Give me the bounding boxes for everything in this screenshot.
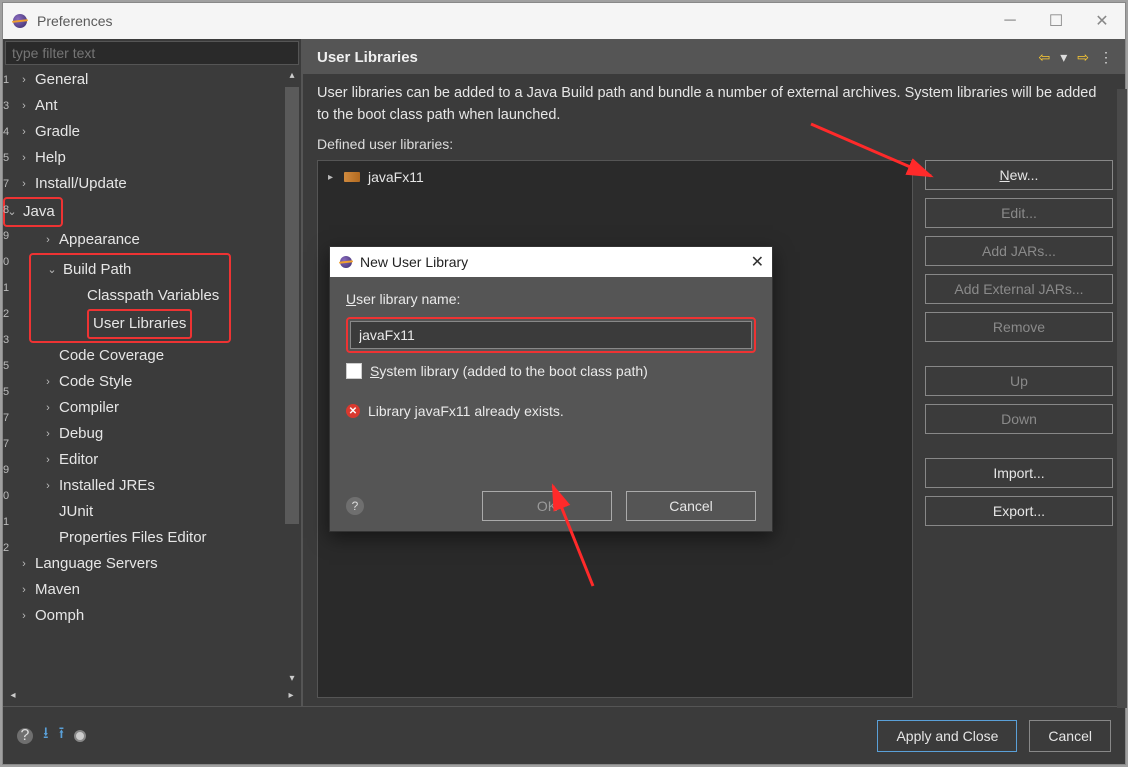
scroll-down-icon[interactable]: ▾ xyxy=(284,672,300,688)
export-prefs-icon[interactable]: ⭱ xyxy=(59,722,65,749)
main-panel: User Libraries ⇦ ▾ ⇨ ⋮ User libraries ca… xyxy=(303,39,1125,706)
tree-jres[interactable]: Installed JREs xyxy=(59,473,155,499)
close-button[interactable]: ✕ xyxy=(1079,3,1125,39)
dialog-titlebar: New User Library ✕ xyxy=(330,247,772,277)
footer: ? ⭳ ⭱ Apply and Close Cancel xyxy=(3,706,1125,764)
tree-compiler[interactable]: Compiler xyxy=(59,395,119,421)
scroll-up-icon[interactable]: ▴ xyxy=(284,69,300,85)
error-message: Library javaFx11 already exists. xyxy=(368,403,564,419)
down-button: Down xyxy=(925,404,1113,434)
remove-button: Remove xyxy=(925,312,1113,342)
window-title: Preferences xyxy=(37,13,112,29)
edit-button: Edit... xyxy=(925,198,1113,228)
panel-description: User libraries can be added to a Java Bu… xyxy=(303,74,1125,132)
tree-editor[interactable]: Editor xyxy=(59,447,98,473)
help-icon[interactable]: ? xyxy=(346,497,364,515)
import-prefs-icon[interactable]: ⭳ xyxy=(43,722,49,749)
panel-scrollbar[interactable] xyxy=(1117,89,1127,708)
tree-ant[interactable]: Ant xyxy=(35,93,58,119)
tree-buildpath[interactable]: Build Path xyxy=(63,257,131,283)
apply-and-close-button[interactable]: Apply and Close xyxy=(877,720,1017,752)
system-library-label: System library (added to the boot class … xyxy=(370,363,648,379)
tree-gradle[interactable]: Gradle xyxy=(35,119,80,145)
preferences-window: Preferences ─ ☐ ✕ 1345789012355779012 ›G… xyxy=(2,2,1126,765)
help-icon[interactable]: ? xyxy=(17,728,33,744)
library-name-input[interactable] xyxy=(350,321,752,349)
tree-java[interactable]: Java xyxy=(23,199,55,225)
preferences-tree[interactable]: ›General ›Ant ›Gradle ›Help ›Install/Upd… xyxy=(3,67,283,688)
add-jars-button: Add JARs... xyxy=(925,236,1113,266)
nav-history-dropdown-icon[interactable]: ▾ xyxy=(1060,49,1067,66)
scroll-thumb[interactable] xyxy=(285,87,299,524)
system-library-checkbox[interactable] xyxy=(346,363,362,379)
library-item-label[interactable]: javaFx11 xyxy=(368,169,424,185)
titlebar: Preferences ─ ☐ ✕ xyxy=(3,3,1125,39)
cancel-button[interactable]: Cancel xyxy=(626,491,756,521)
tree-junit[interactable]: JUnit xyxy=(59,499,93,525)
tree-propfiles[interactable]: Properties Files Editor xyxy=(59,525,207,551)
error-icon: ✕ xyxy=(346,404,360,418)
tree-vscrollbar[interactable]: ▴ ▾ xyxy=(283,67,301,688)
chevron-right-icon[interactable]: ▸ xyxy=(328,172,338,183)
maximize-button[interactable]: ☐ xyxy=(1033,3,1079,39)
nav-back-icon[interactable]: ⇦ xyxy=(1039,49,1051,66)
library-icon xyxy=(344,172,360,182)
tree-help[interactable]: Help xyxy=(35,145,66,171)
tree-maven[interactable]: Maven xyxy=(35,577,80,603)
dialog-close-icon[interactable]: ✕ xyxy=(751,252,764,272)
cancel-button[interactable]: Cancel xyxy=(1029,720,1111,752)
nav-forward-icon[interactable]: ⇨ xyxy=(1077,49,1089,66)
scroll-left-icon[interactable]: ◂ xyxy=(5,689,21,705)
button-column: New... Edit... Add JARs... Add External … xyxy=(925,160,1113,698)
tree-hscrollbar[interactable]: ◂ ▸ xyxy=(3,688,301,706)
page-title: User Libraries xyxy=(317,49,418,66)
tree-codestyle[interactable]: Code Style xyxy=(59,369,132,395)
library-item: ▸ javaFx11 xyxy=(328,169,902,185)
import-button[interactable]: Import... xyxy=(925,458,1113,488)
record-icon[interactable] xyxy=(74,730,86,742)
tree-langservers[interactable]: Language Servers xyxy=(35,551,158,577)
ok-button: OK xyxy=(482,491,612,521)
scroll-right-icon[interactable]: ▸ xyxy=(283,689,299,705)
tree-codecov[interactable]: Code Coverage xyxy=(59,343,164,369)
new-button[interactable]: New... xyxy=(925,160,1113,190)
new-user-library-dialog: New User Library ✕ User library name: Sy… xyxy=(329,246,773,532)
tree-install[interactable]: Install/Update xyxy=(35,171,127,197)
dialog-title: New User Library xyxy=(360,254,468,270)
add-external-jars-button: Add External JARs... xyxy=(925,274,1113,304)
sidebar: 1345789012355779012 ›General ›Ant ›Gradl… xyxy=(3,39,303,706)
minimize-button[interactable]: ─ xyxy=(987,3,1033,39)
eclipse-icon xyxy=(11,12,29,30)
nav-menu-icon[interactable]: ⋮ xyxy=(1099,49,1113,66)
up-button: Up xyxy=(925,366,1113,396)
dialog-field-label: User library name: xyxy=(346,291,756,307)
tree-general[interactable]: General xyxy=(35,67,88,93)
tree-appearance[interactable]: Appearance xyxy=(59,227,140,253)
eclipse-icon xyxy=(338,254,354,270)
tree-oomph[interactable]: Oomph xyxy=(35,603,84,629)
export-button[interactable]: Export... xyxy=(925,496,1113,526)
tree-debug[interactable]: Debug xyxy=(59,421,103,447)
tree-classpath[interactable]: Classpath Variables xyxy=(87,283,219,309)
tree-user-libraries[interactable]: User Libraries xyxy=(87,309,192,339)
filter-input[interactable] xyxy=(5,41,299,65)
panel-subtitle: Defined user libraries: xyxy=(303,132,1125,156)
